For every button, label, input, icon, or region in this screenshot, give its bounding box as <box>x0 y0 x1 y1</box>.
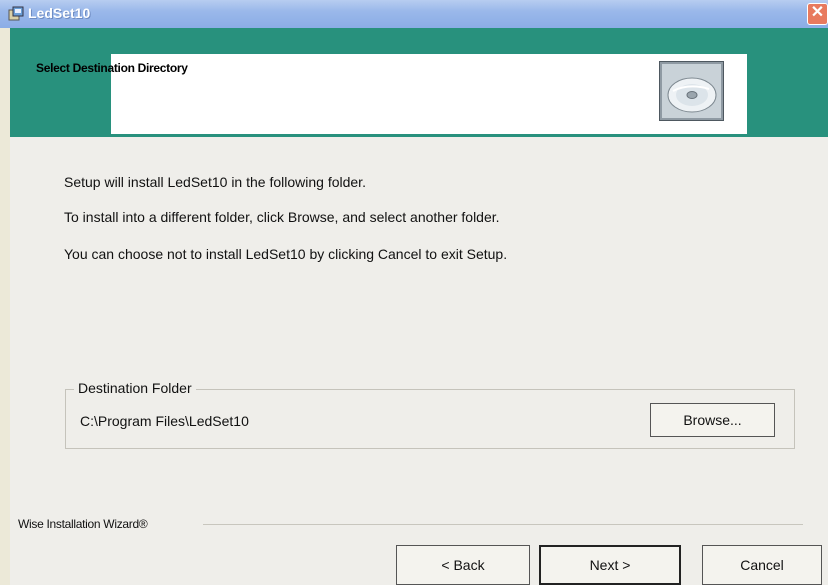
instruction-text: Setup will install LedSet10 in the follo… <box>64 174 366 190</box>
next-button[interactable]: Next > <box>539 545 681 585</box>
cd-disc-icon <box>659 61 724 121</box>
installer-icon <box>8 6 24 21</box>
page-title: Select Destination Directory <box>36 61 188 75</box>
instruction-text: You can choose not to install LedSet10 b… <box>64 246 508 262</box>
header-panel <box>111 54 747 134</box>
footer-divider <box>203 524 803 525</box>
close-icon: ✕ <box>810 4 825 21</box>
close-button[interactable]: ✕ <box>807 3 828 25</box>
destination-folder-label: Destination Folder <box>74 380 196 396</box>
destination-path: C:\Program Files\LedSet10 <box>80 413 249 429</box>
window-title: LedSet10 <box>28 5 91 21</box>
title-bar[interactable]: LedSet10 ✕ <box>0 0 828 28</box>
instruction-text: To install into a different folder, clic… <box>64 209 500 225</box>
browse-button[interactable]: Browse... <box>650 403 775 437</box>
cancel-button[interactable]: Cancel <box>702 545 822 585</box>
back-button[interactable]: < Back <box>396 545 530 585</box>
wizard-brand-label: Wise Installation Wizard® <box>18 517 148 531</box>
